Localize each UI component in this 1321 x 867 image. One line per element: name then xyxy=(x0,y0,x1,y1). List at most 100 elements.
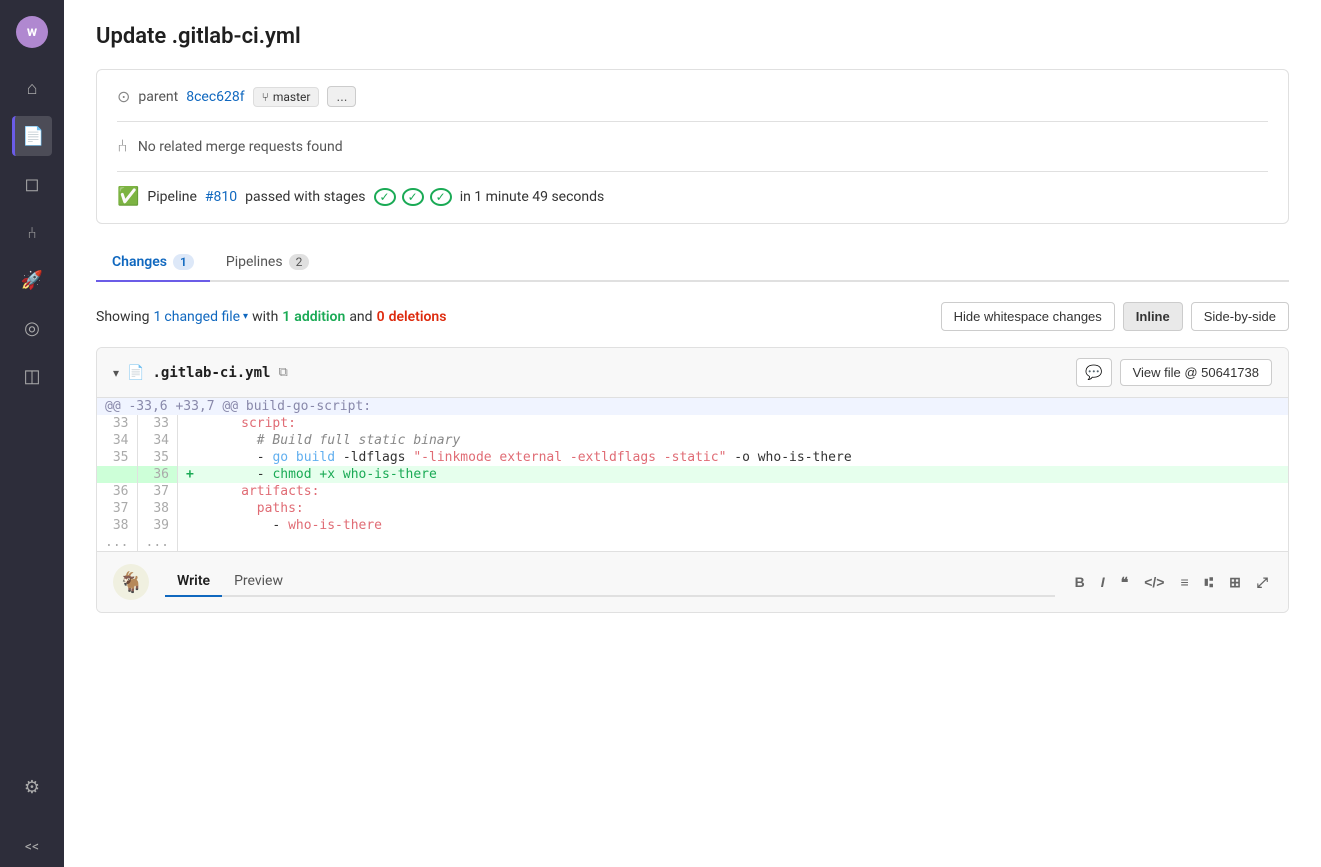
comment-write-tab[interactable]: Write xyxy=(165,567,222,597)
diff-hunk-row: @@ -33,6 +33,7 @@ build-go-script: xyxy=(97,398,1288,415)
pipeline-link[interactable]: #810 xyxy=(205,189,237,205)
bullet-list-button[interactable]: ≡ xyxy=(1176,570,1192,594)
side-by-side-button[interactable]: Side-by-side xyxy=(1191,302,1289,331)
stage-check-1: ✓ xyxy=(374,188,396,206)
new-line-num: 36 xyxy=(137,466,177,483)
with-label: with xyxy=(252,309,278,325)
tab-changes-badge: 1 xyxy=(173,254,194,270)
deletion-count: 0 xyxy=(377,309,385,325)
sidebar-collapse-button[interactable]: << xyxy=(12,827,52,867)
hide-whitespace-button[interactable]: Hide whitespace changes xyxy=(941,302,1115,331)
diff-line-content: - chmod +x who-is-there xyxy=(202,466,1288,483)
sidebar: w ⌂ 📄 ◻ ⑃ 🚀 ◎ ◫ ⚙ << xyxy=(0,0,64,867)
parent-hash-link[interactable]: 8cec628f xyxy=(186,89,244,105)
new-line-num: 37 xyxy=(137,483,177,500)
comment-preview-tab[interactable]: Preview xyxy=(222,567,295,597)
more-options-button[interactable]: ... xyxy=(327,86,356,107)
sidebar-item-repository[interactable]: 📄 xyxy=(12,116,52,156)
diff-line-content: # Build full static binary xyxy=(202,432,1288,449)
diff-sign xyxy=(177,432,201,449)
new-line-num: 38 xyxy=(137,500,177,517)
diff-toggle-button[interactable]: ▾ xyxy=(113,366,119,380)
diff-sign xyxy=(177,415,201,432)
pipeline-status-icon: ✅ xyxy=(117,186,139,207)
sidebar-item-merge-requests[interactable]: ⑃ xyxy=(12,212,52,252)
comment-bar: 🐐 Write Preview B I ❝ </> ≡ ⑆ ⊞ ⤢ xyxy=(97,551,1288,612)
pipeline-stages: ✓ ✓ ✓ xyxy=(374,188,452,206)
addition-label: addition xyxy=(294,309,345,325)
no-mr-text: No related merge requests found xyxy=(138,139,343,155)
diff-header-left: ▾ 📄 .gitlab-ci.yml ⧉ xyxy=(113,365,288,381)
diff-controls: Hide whitespace changes Inline Side-by-s… xyxy=(941,302,1289,331)
code-button[interactable]: </> xyxy=(1140,570,1168,594)
tab-pipelines-badge: 2 xyxy=(289,254,310,270)
old-line-num: 33 xyxy=(97,415,137,432)
diff-ellipsis-row: ... ... xyxy=(97,534,1288,551)
diff-sign xyxy=(177,483,201,500)
comment-toolbar: B I ❝ </> ≡ ⑆ ⊞ ⤢ xyxy=(1071,570,1272,595)
diff-sign: + xyxy=(177,466,201,483)
comment-input-area: Write Preview xyxy=(165,567,1055,597)
showing-left: Showing 1 changed file ▾ with 1 addition… xyxy=(96,309,446,325)
addition-count: 1 xyxy=(282,309,290,325)
avatar[interactable]: w xyxy=(16,16,48,48)
parent-row: ⊙ parent 8cec628f ⑂ master ... xyxy=(117,86,1268,107)
fullscreen-button[interactable]: ⤢ xyxy=(1253,570,1272,595)
old-line-num: 38 xyxy=(97,517,137,534)
bold-button[interactable]: B xyxy=(1071,570,1089,594)
divider-1 xyxy=(117,121,1268,122)
stage-check-2: ✓ xyxy=(402,188,424,206)
old-line-num: ... xyxy=(97,534,137,551)
old-line-num xyxy=(97,466,137,483)
quote-button[interactable]: ❝ xyxy=(1117,570,1133,595)
tab-pipelines[interactable]: Pipelines 2 xyxy=(210,244,325,282)
sidebar-item-home[interactable]: ⌂ xyxy=(12,68,52,108)
tab-pipelines-label: Pipelines xyxy=(226,254,283,270)
changed-file-dropdown-icon: ▾ xyxy=(243,311,248,322)
link-button[interactable]: ⊞ xyxy=(1225,570,1245,595)
file-icon: 📄 xyxy=(127,365,144,381)
pipeline-row: ✅ Pipeline #810 passed with stages ✓ ✓ ✓… xyxy=(117,186,1268,207)
table-row: 37 38 paths: xyxy=(97,500,1288,517)
branch-badge[interactable]: ⑂ master xyxy=(253,87,320,107)
view-file-button[interactable]: View file @ 50641738 xyxy=(1120,359,1272,386)
sidebar-item-snippets[interactable]: ◫ xyxy=(12,356,52,396)
diff-table: @@ -33,6 +33,7 @@ build-go-script: 33 33… xyxy=(97,398,1288,551)
sidebar-item-cicd[interactable]: 🚀 xyxy=(12,260,52,300)
pipeline-passed-text: passed with stages xyxy=(245,189,365,205)
copy-path-button[interactable]: ⧉ xyxy=(278,365,287,380)
table-row: 33 33 script: xyxy=(97,415,1288,432)
tab-changes[interactable]: Changes 1 xyxy=(96,244,210,282)
diff-line-content: script: xyxy=(202,415,1288,432)
diff-line-content xyxy=(202,534,1288,551)
sidebar-item-settings[interactable]: ⚙ xyxy=(12,767,52,807)
comment-button[interactable]: 💬 xyxy=(1076,358,1111,387)
table-row: 38 39 - who-is-there xyxy=(97,517,1288,534)
table-row: 34 34 # Build full static binary xyxy=(97,432,1288,449)
new-line-num: 34 xyxy=(137,432,177,449)
old-line-num: 35 xyxy=(97,449,137,466)
showing-prefix: Showing xyxy=(96,309,150,325)
commit-tabs: Changes 1 Pipelines 2 xyxy=(96,244,1289,282)
old-line-num: 34 xyxy=(97,432,137,449)
stage-check-3: ✓ xyxy=(430,188,452,206)
pipeline-label: Pipeline xyxy=(147,189,197,205)
commenter-avatar: 🐐 xyxy=(113,564,149,600)
sidebar-item-analytics[interactable]: ◎ xyxy=(12,308,52,348)
table-row: 36 37 artifacts: xyxy=(97,483,1288,500)
pipeline-time-text: in 1 minute 49 seconds xyxy=(460,189,605,205)
inline-button[interactable]: Inline xyxy=(1123,302,1183,331)
no-mr-row: ⑃ No related merge requests found xyxy=(117,136,1268,157)
diff-line-content: artifacts: xyxy=(202,483,1288,500)
sidebar-item-issues[interactable]: ◻ xyxy=(12,164,52,204)
numbered-list-button[interactable]: ⑆ xyxy=(1201,570,1217,594)
diff-sign xyxy=(177,449,201,466)
tab-changes-label: Changes xyxy=(112,254,167,270)
changed-file-link[interactable]: 1 changed file ▾ xyxy=(154,309,249,325)
branch-icon: ⑂ xyxy=(262,90,269,104)
branch-name: master xyxy=(273,90,311,104)
file-name: .gitlab-ci.yml xyxy=(152,365,270,381)
table-row: 36 + - chmod +x who-is-there xyxy=(97,466,1288,483)
diff-header-right: 💬 View file @ 50641738 xyxy=(1076,358,1272,387)
italic-button[interactable]: I xyxy=(1097,570,1109,594)
